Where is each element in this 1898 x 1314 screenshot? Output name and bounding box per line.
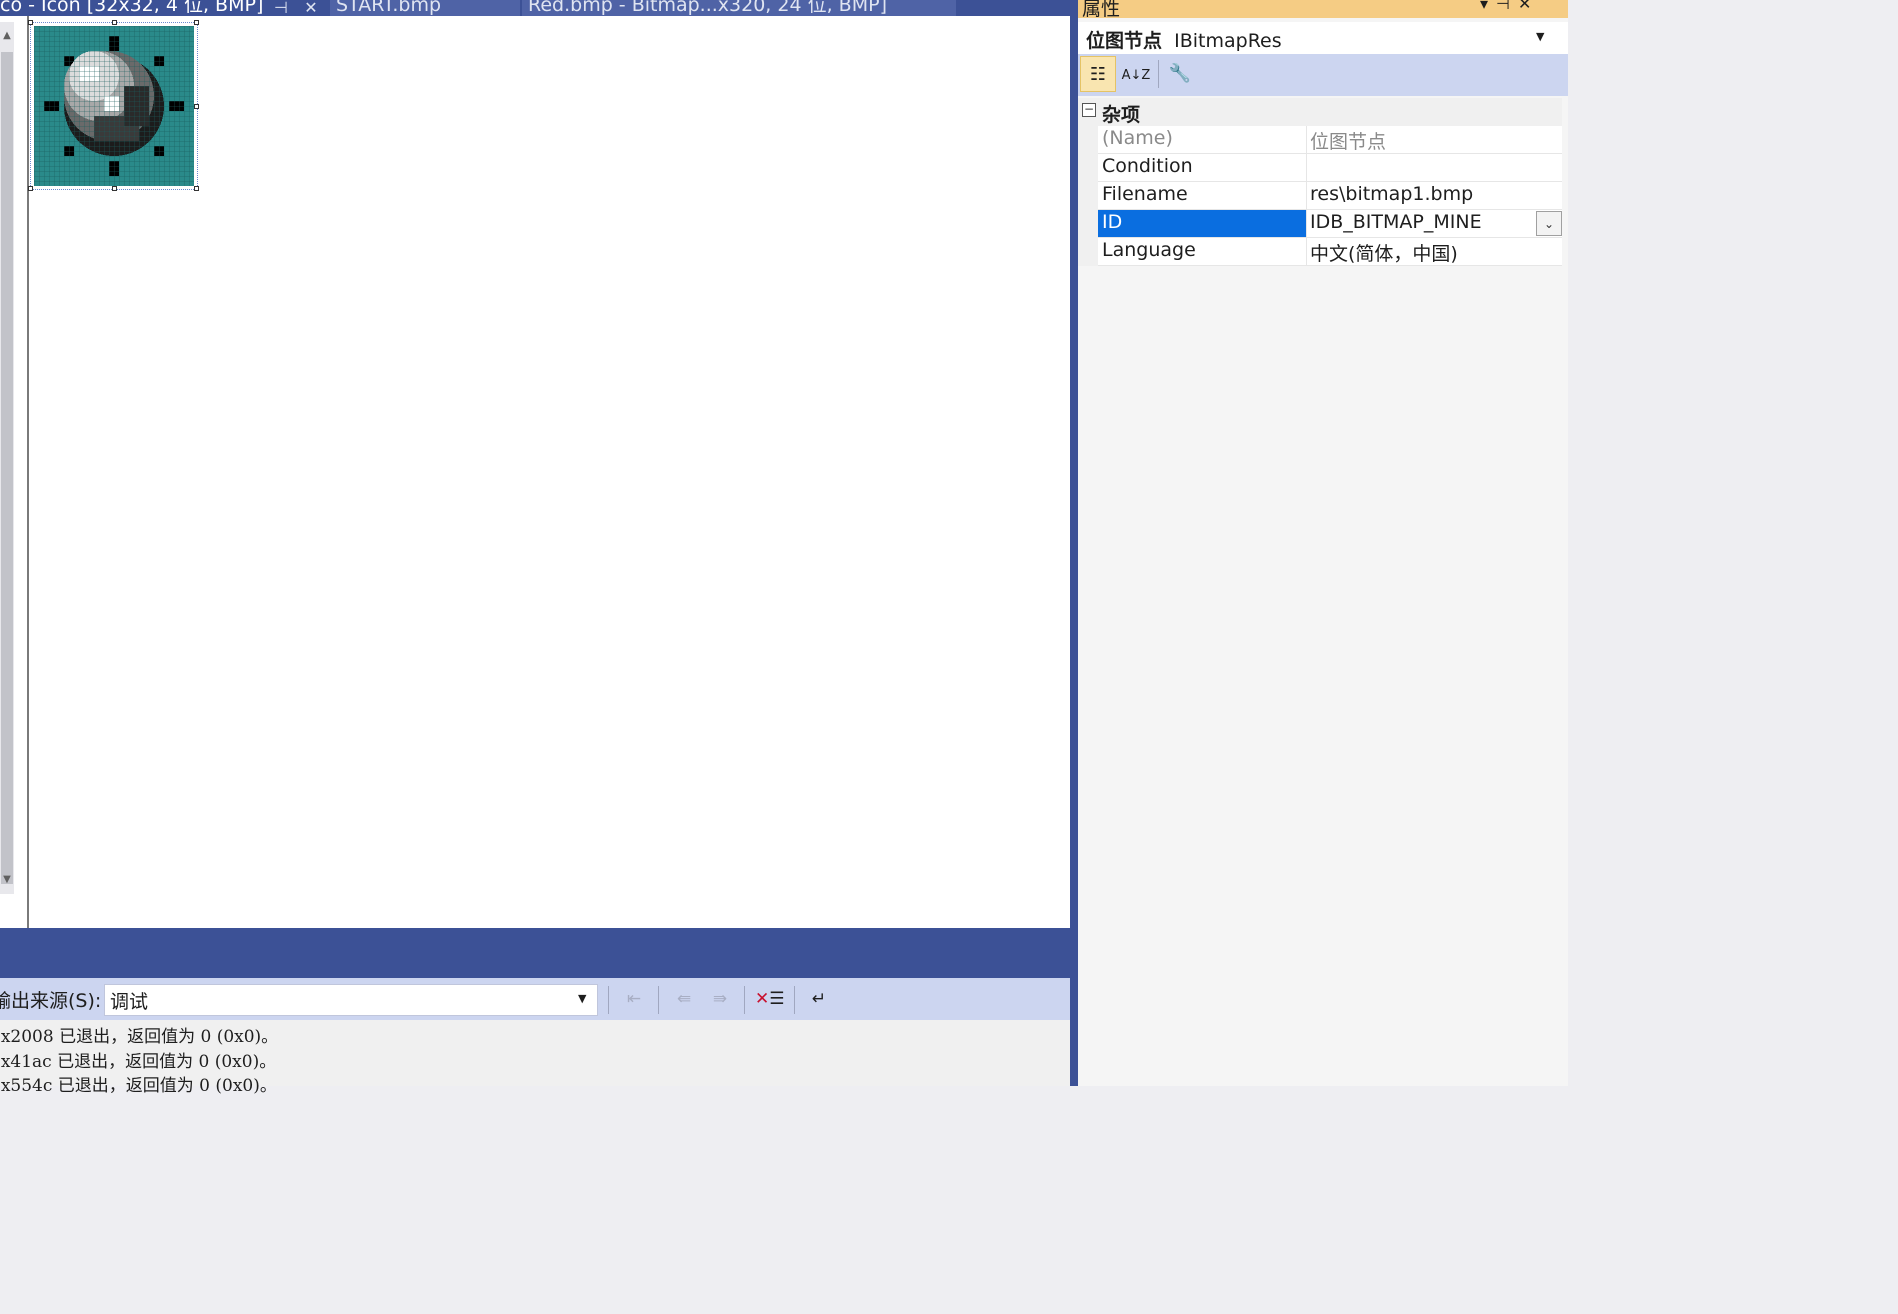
property-row-condition[interactable]: Condition (1098, 154, 1562, 182)
toolbar-separator (658, 986, 659, 1014)
mine-icon (33, 25, 194, 186)
column-divider (1306, 154, 1307, 182)
property-name: Language (1102, 239, 1196, 261)
column-divider (1306, 126, 1307, 154)
property-name: Condition (1102, 155, 1193, 177)
tab-start-bmp[interactable]: START.bmp (330, 0, 520, 16)
resize-handle[interactable] (112, 20, 117, 25)
resize-handle[interactable] (194, 104, 199, 109)
column-divider (1306, 210, 1307, 238)
find-message-icon[interactable]: ⇤ (620, 986, 648, 1012)
vertical-splitter[interactable] (1070, 0, 1078, 1086)
scroll-down-icon[interactable]: ▼ (1, 874, 13, 886)
property-pages-wrench-icon[interactable]: 🔧 (1162, 56, 1198, 92)
property-row-name[interactable]: (Name) 位图节点 (1098, 126, 1562, 154)
collapse-icon[interactable]: − (1082, 103, 1096, 117)
grid-gutter (1078, 126, 1098, 266)
category-label: 杂项 (1102, 104, 1141, 126)
alphabetical-sort-icon[interactable]: A↓Z (1118, 56, 1154, 92)
output-source-value: 调试 (110, 991, 149, 1013)
property-name: (Name) (1102, 127, 1173, 149)
word-wrap-icon[interactable]: ↵ (805, 986, 833, 1012)
categorized-icon[interactable]: ☷ (1080, 56, 1116, 92)
clear-all-icon[interactable]: ✕☰ (755, 986, 785, 1012)
properties-title: 属性 (1082, 0, 1121, 20)
tab-label: START.bmp (336, 0, 442, 16)
close-icon[interactable]: ✕ (300, 0, 322, 16)
property-value[interactable]: IDB_BITMAP_MINE (1310, 211, 1482, 233)
output-source-dropdown[interactable] (104, 984, 598, 1016)
property-name: ID (1102, 211, 1123, 233)
selection-highlight (1098, 210, 1306, 237)
property-value[interactable]: res\bitmap1.bmp (1310, 183, 1473, 205)
tab-label: Red.bmp - Bitmap...x320, 24 位, BMP] (528, 0, 887, 16)
column-divider (1306, 238, 1307, 266)
prev-message-icon[interactable]: ⇚ (670, 986, 698, 1012)
editor-divider (27, 16, 29, 928)
pin-icon[interactable]: ⊣ (1496, 0, 1518, 13)
editor-vertical-scrollbar[interactable]: ▲ ▼ (0, 22, 14, 894)
resize-handle[interactable] (28, 186, 33, 191)
property-value[interactable]: 中文(简体，中国) (1310, 239, 1458, 266)
resize-handle[interactable] (28, 20, 33, 25)
category-row[interactable] (1078, 98, 1562, 126)
chevron-down-icon[interactable]: ▼ (578, 992, 586, 1005)
property-row-filename[interactable]: Filename res\bitmap1.bmp (1098, 182, 1562, 210)
title-bar-icons: ▾⊣✕ (1480, 0, 1539, 13)
object-name: 位图节点 (1086, 30, 1163, 52)
next-message-icon[interactable]: ⇛ (706, 986, 734, 1012)
output-line: 0x2008 已退出，返回值为 0 (0x0)。 (0, 1027, 279, 1047)
horizontal-splitter[interactable] (0, 928, 1078, 938)
close-icon[interactable]: ✕ (1518, 0, 1539, 13)
tab-red-bmp[interactable]: Red.bmp - Bitmap...x320, 24 位, BMP] (522, 0, 956, 16)
pin-icon[interactable]: ⊣ (270, 0, 292, 16)
document-tab-strip: co - Icon [32x32, 4 位, BMP] ⊣ ✕ START.bm… (0, 0, 1070, 16)
output-source-label: 输出来源(S): (0, 990, 102, 1012)
property-value: 位图节点 (1310, 131, 1387, 153)
toolbar-separator (794, 986, 795, 1014)
property-row-language[interactable]: Language 中文(简体，中国) (1098, 238, 1562, 266)
output-line: 0x41ac 已退出，返回值为 0 (0x0)。 (0, 1052, 277, 1072)
scroll-up-icon[interactable]: ▲ (1, 30, 13, 42)
column-divider (1306, 182, 1307, 210)
resize-handle[interactable] (194, 20, 199, 25)
output-text-area[interactable]: 0x2008 已退出，返回值为 0 (0x0)。 0x41ac 已退出，返回值为… (0, 1020, 1070, 1096)
toolbar-separator (1158, 60, 1159, 88)
chevron-down-icon[interactable]: ▼ (1536, 30, 1544, 43)
output-line: 0x554c 已退出，返回值为 0 (0x0)。 (0, 1076, 277, 1096)
dropdown-icon[interactable]: ▾ (1480, 0, 1496, 13)
toolbar-separator (744, 986, 745, 1014)
chevron-down-icon[interactable]: ⌄ (1536, 211, 1562, 236)
output-title-bar (0, 938, 1070, 978)
mine-bitmap-image[interactable] (33, 25, 194, 186)
scrollbar-thumb[interactable] (1, 52, 13, 884)
resize-handle[interactable] (112, 186, 117, 191)
object-type: IBitmapRes (1174, 30, 1282, 52)
resize-handle[interactable] (194, 186, 199, 191)
selected-object[interactable]: 位图节点 IBitmapRes (1086, 26, 1282, 53)
tab-label: co - Icon [32x32, 4 位, BMP] (0, 0, 264, 16)
property-name: Filename (1102, 183, 1188, 205)
property-row-id[interactable]: ID IDB_BITMAP_MINE ⌄ (1098, 210, 1562, 238)
toolbar-separator (608, 986, 609, 1014)
